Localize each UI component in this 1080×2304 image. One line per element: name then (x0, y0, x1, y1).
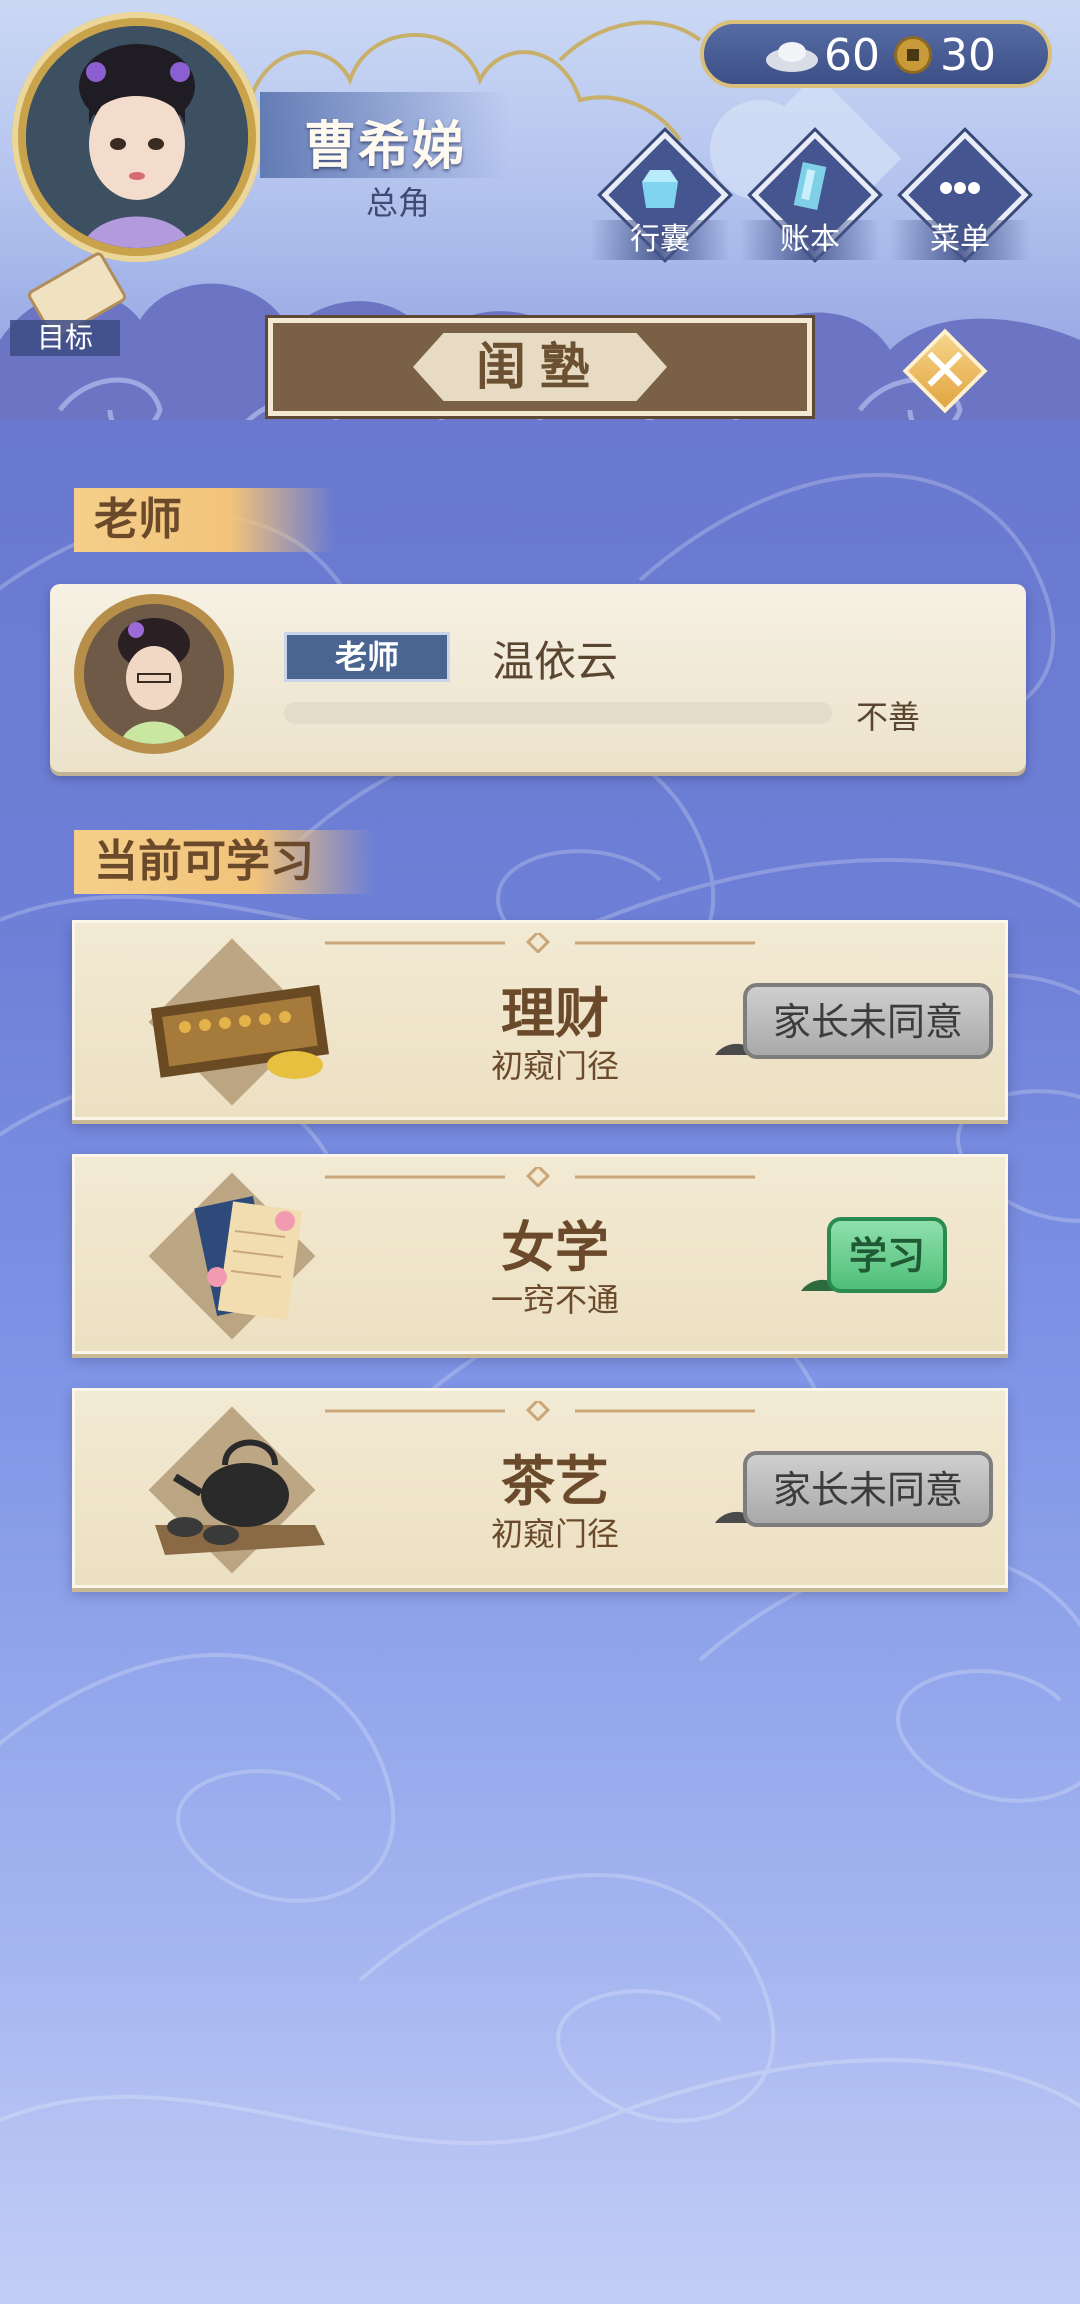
currency-bar: 60 30 (700, 20, 1052, 88)
player-portrait-icon (26, 26, 248, 248)
course-name: 理财 (501, 982, 609, 1045)
bundle-label: 行囊 (590, 220, 730, 260)
abacus-icon (150, 984, 329, 1079)
parent-not-agreed-button[interactable]: 家长未同意 (743, 1451, 993, 1527)
course-level: 初窥门径 (490, 1515, 619, 1553)
relation-bar (284, 702, 832, 724)
goal-button[interactable]: 目标 (10, 250, 130, 358)
study-button[interactable]: 学习 (827, 1217, 947, 1293)
ornament-divider (325, 933, 755, 953)
ledger-label: 账本 (740, 220, 880, 260)
silver-amount: 60 (824, 30, 880, 81)
course-name: 茶艺 (501, 1450, 609, 1513)
teacher-card[interactable]: 老师 温依云 不善 (50, 584, 1026, 772)
bundle-icon (642, 170, 678, 208)
course-level: 初窥门径 (490, 1047, 619, 1085)
copper-amount: 30 (940, 30, 996, 81)
player-role: 总角 (366, 184, 431, 222)
course-level: 一窍不通 (490, 1281, 619, 1319)
page-title: 闺塾 (476, 338, 604, 396)
book-scroll-icon (194, 1195, 303, 1321)
teacher-avatar-icon (84, 604, 224, 744)
ledger-button[interactable]: 账本 (740, 131, 880, 260)
teacher-section-header: 老师 (74, 488, 334, 552)
teacher-section-title: 老师 (94, 494, 182, 545)
title-banner: 闺塾 (268, 318, 812, 416)
teapot-icon (155, 1439, 325, 1555)
menu-button[interactable]: 菜单 (890, 131, 1030, 260)
ornament-divider (325, 1167, 755, 1187)
silver-ingot-icon (766, 42, 818, 72)
courses-section-header: 当前可学习 (74, 830, 374, 894)
teacher-name: 温依云 (492, 637, 619, 686)
relation-label: 不善 (856, 698, 921, 736)
goal-label: 目标 (10, 320, 120, 356)
menu-label: 菜单 (890, 220, 1030, 260)
bundle-button[interactable]: 行囊 (590, 131, 730, 260)
courses-section-title: 当前可学习 (94, 836, 314, 887)
close-button[interactable]: ✕ (900, 326, 990, 416)
player-name: 曹希娣 (304, 117, 467, 177)
teacher-portrait (74, 594, 234, 754)
ornament-divider (325, 1401, 755, 1421)
course-name: 女学 (501, 1216, 609, 1279)
course-card-finance[interactable]: 理财 初窥门径 家长未同意 (72, 920, 1008, 1120)
menu-dots-icon (940, 182, 980, 194)
parent-not-agreed-button[interactable]: 家长未同意 (743, 983, 993, 1059)
close-icon: ✕ (919, 336, 971, 406)
player-avatar[interactable] (12, 12, 262, 262)
course-card-womens-studies[interactable]: 女学 一窍不通 学习 (72, 1154, 1008, 1354)
ledger-icon (793, 161, 827, 211)
copper-coin-icon (894, 36, 932, 74)
teacher-tag: 老师 (284, 632, 450, 682)
course-card-tea-art[interactable]: 茶艺 初窥门径 家长未同意 (72, 1388, 1008, 1588)
